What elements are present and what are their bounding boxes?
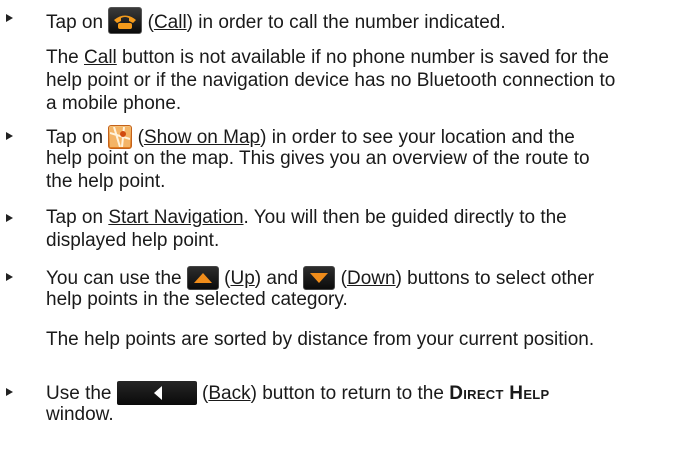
list-item: Tap on (Show on Map) in order to see you… <box>46 125 575 149</box>
bullet-icon <box>6 132 13 140</box>
note-text: a mobile phone. <box>46 93 182 114</box>
call-icon <box>114 15 137 29</box>
body-text: the help point. <box>46 171 166 192</box>
up-button[interactable] <box>186 266 219 290</box>
note-text: The Call button is not available if no p… <box>46 47 609 68</box>
list-item: Tap on (Call) in order to call the numbe… <box>46 7 506 34</box>
down-arrow-icon <box>310 273 329 283</box>
note-text: help point or if the navigation device h… <box>46 70 616 91</box>
note-text: The help points are sorted by distance f… <box>46 329 595 350</box>
show-on-map-button[interactable] <box>108 125 133 149</box>
body-text: displayed help point. <box>46 230 220 251</box>
back-arrow-icon <box>153 386 162 400</box>
body-text: help points in the selected category. <box>46 289 348 310</box>
back-button[interactable] <box>116 381 197 405</box>
down-button[interactable] <box>303 266 336 290</box>
list-item: Use the (Back) button to return to the D… <box>46 381 550 405</box>
show-on-map-icon <box>110 127 131 147</box>
call-button[interactable] <box>108 7 143 34</box>
body-text: help point on the map. This gives you an… <box>46 148 590 169</box>
bullet-icon <box>6 388 13 396</box>
body-text: window. <box>46 404 114 425</box>
bullet-icon <box>6 273 13 281</box>
bullet-icon <box>6 214 13 222</box>
bullet-icon <box>6 14 13 22</box>
window-name: Direct Help <box>449 383 550 404</box>
up-arrow-icon <box>193 273 212 283</box>
list-item: Tap on Start Navigation. You will then b… <box>46 207 567 228</box>
list-item: You can use the (Up) and (Down) buttons … <box>46 266 595 290</box>
